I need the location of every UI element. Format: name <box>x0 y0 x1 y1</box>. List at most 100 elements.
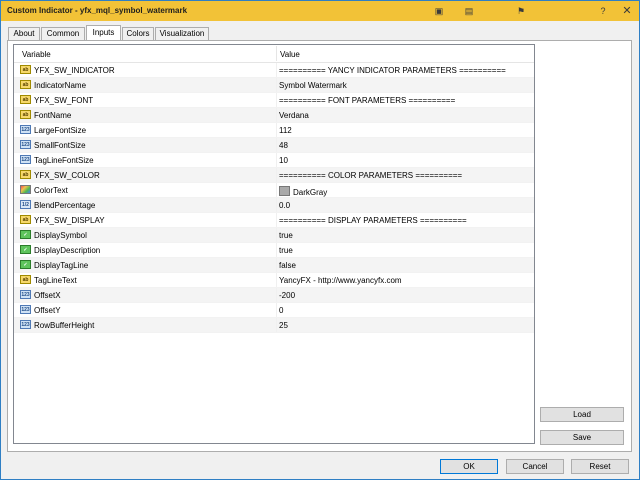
tab-common[interactable]: Common <box>41 27 85 40</box>
chart-icon[interactable]: ▤ <box>463 5 475 17</box>
boolean-type-icon: ✓ <box>20 260 31 269</box>
value-column-header[interactable]: Value <box>280 50 300 59</box>
boolean-type-icon: ✓ <box>20 230 31 239</box>
variable-value[interactable]: Verdana <box>279 111 309 120</box>
table-row[interactable]: ab IndicatorName Symbol Watermark <box>14 78 534 93</box>
integer-type-icon: 123 <box>20 320 31 329</box>
variable-value[interactable]: YancyFX - http://www.yancyfx.com <box>279 276 402 285</box>
variable-name: ColorText <box>34 186 68 195</box>
color-type-icon <box>20 185 31 194</box>
title-bar[interactable]: Custom Indicator - yfx_mql_symbol_waterm… <box>1 1 639 21</box>
inputs-grid[interactable]: Variable Value ab YFX_SW_INDICATOR =======… <box>13 44 535 444</box>
tab-inputs[interactable]: Inputs <box>86 25 121 40</box>
table-row[interactable]: 123 OffsetX -200 <box>14 288 534 303</box>
variable-name: OffsetX <box>34 291 61 300</box>
table-row[interactable]: 123 LargeFontSize 112 <box>14 123 534 138</box>
variable-name: YFX_SW_COLOR <box>34 171 100 180</box>
close-icon[interactable]: ✕ <box>621 5 633 17</box>
grid-rows: ab YFX_SW_INDICATOR ========== YANCY INDIC… <box>14 63 534 333</box>
integer-type-icon: 123 <box>20 140 31 149</box>
variable-value[interactable]: Symbol Watermark <box>279 81 347 90</box>
variable-value[interactable]: 10 <box>279 156 288 165</box>
table-row[interactable]: 123 TagLineFontSize 10 <box>14 153 534 168</box>
variable-name: LargeFontSize <box>34 126 87 135</box>
table-row[interactable]: 1/2 BlendPercentage 0.0 <box>14 198 534 213</box>
table-row[interactable]: ✓ DisplaySymbol true <box>14 228 534 243</box>
variable-value[interactable]: ========== COLOR PARAMETERS ========== <box>279 171 462 180</box>
variable-value[interactable]: true <box>279 231 293 240</box>
variable-name: TagLineFontSize <box>34 156 94 165</box>
string-type-icon: ab <box>20 215 31 224</box>
variable-name: BlendPercentage <box>34 201 96 210</box>
string-type-icon: ab <box>20 65 31 74</box>
integer-type-icon: 123 <box>20 125 31 134</box>
tab-visualization[interactable]: Visualization <box>155 27 209 40</box>
variable-value[interactable]: 0 <box>279 306 283 315</box>
variable-name: FontName <box>34 111 72 120</box>
variable-value[interactable]: 25 <box>279 321 288 330</box>
table-row[interactable]: ✓ DisplayTagLine false <box>14 258 534 273</box>
integer-type-icon: 123 <box>20 290 31 299</box>
variable-value[interactable]: ========== YANCY INDICATOR PARAMETERS ==… <box>279 66 506 75</box>
cancel-button-label: Cancel <box>522 462 548 471</box>
variable-value[interactable]: ========== DISPLAY PARAMETERS ========== <box>279 216 467 225</box>
dialog-window: Custom Indicator - yfx_mql_symbol_waterm… <box>0 0 640 480</box>
variable-value[interactable]: true <box>279 246 293 255</box>
table-row[interactable]: ab TagLineText YancyFX - http://www.yancyf… <box>14 273 534 288</box>
table-row[interactable]: 123 RowBufferHeight 25 <box>14 318 534 333</box>
color-swatch <box>279 186 290 196</box>
variable-value[interactable]: -200 <box>279 291 295 300</box>
reset-button-label: Reset <box>589 462 611 471</box>
string-type-icon: ab <box>20 275 31 284</box>
variable-value[interactable]: 0.0 <box>279 201 290 210</box>
variable-name: YFX_SW_DISPLAY <box>34 216 105 225</box>
variable-name: DisplayTagLine <box>34 261 89 270</box>
table-row[interactable]: ab YFX_SW_DISPLAY ========== DISPLAY PARAM… <box>14 213 534 228</box>
variable-name: SmallFontSize <box>34 141 86 150</box>
flag-icon[interactable]: ⚑ <box>515 5 527 17</box>
table-row[interactable]: ab FontName Verdana <box>14 108 534 123</box>
variable-name: TagLineText <box>34 276 77 285</box>
column-divider[interactable] <box>276 46 277 61</box>
variable-value[interactable]: DarkGray <box>279 186 327 197</box>
window-title: Custom Indicator - yfx_mql_symbol_waterm… <box>7 6 188 15</box>
save-button[interactable]: Save <box>540 430 624 445</box>
table-row[interactable]: ab YFX_SW_INDICATOR ========== YANCY INDIC… <box>14 63 534 78</box>
table-row[interactable]: 123 OffsetY 0 <box>14 303 534 318</box>
load-button[interactable]: Load <box>540 407 624 422</box>
ok-button-label: OK <box>463 462 475 471</box>
help-icon[interactable]: ? <box>597 5 609 17</box>
reset-button[interactable]: Reset <box>571 459 629 474</box>
string-type-icon: ab <box>20 110 31 119</box>
ok-button[interactable]: OK <box>440 459 498 474</box>
color-name: DarkGray <box>293 188 328 197</box>
load-button-label: Load <box>573 410 591 419</box>
save-button-label: Save <box>572 433 592 442</box>
info-icon[interactable]: ▣ <box>433 5 445 17</box>
variable-name: IndicatorName <box>34 81 87 90</box>
string-type-icon: ab <box>20 95 31 104</box>
cancel-button[interactable]: Cancel <box>506 459 564 474</box>
boolean-type-icon: ✓ <box>20 245 31 254</box>
variable-name: YFX_SW_INDICATOR <box>34 66 115 75</box>
tab-about[interactable]: About <box>8 27 40 40</box>
variable-value[interactable]: 112 <box>279 126 292 135</box>
grid-header: Variable Value <box>14 45 534 63</box>
integer-type-icon: 123 <box>20 305 31 314</box>
string-type-icon: ab <box>20 80 31 89</box>
table-row[interactable]: 123 SmallFontSize 48 <box>14 138 534 153</box>
variable-column-header[interactable]: Variable <box>22 50 51 59</box>
table-row[interactable]: ColorText DarkGray <box>14 183 534 198</box>
tab-colors[interactable]: Colors <box>122 27 154 40</box>
double-type-icon: 1/2 <box>20 200 31 209</box>
variable-name: OffsetY <box>34 306 61 315</box>
table-row[interactable]: ✓ DisplayDescription true <box>14 243 534 258</box>
variable-value[interactable]: 48 <box>279 141 288 150</box>
variable-value[interactable]: ========== FONT PARAMETERS ========== <box>279 96 455 105</box>
table-row[interactable]: ab YFX_SW_COLOR ========== COLOR PARAMETER… <box>14 168 534 183</box>
table-row[interactable]: ab YFX_SW_FONT ========== FONT PARAMETERS … <box>14 93 534 108</box>
variable-name: RowBufferHeight <box>34 321 95 330</box>
integer-type-icon: 123 <box>20 155 31 164</box>
variable-name: DisplayDescription <box>34 246 101 255</box>
variable-value[interactable]: false <box>279 261 296 270</box>
